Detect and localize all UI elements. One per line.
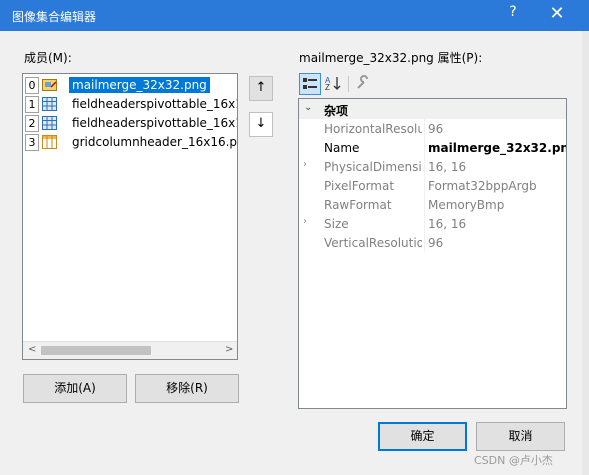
- property-name: Name: [324, 141, 360, 155]
- item-index: 0: [25, 77, 39, 94]
- property-value: 96: [428, 236, 444, 250]
- property-name: Size: [324, 217, 349, 231]
- property-row[interactable]: HorizontalResolution 96: [299, 119, 566, 138]
- collapse-chevron-icon[interactable]: ⌄: [304, 102, 312, 113]
- title-bar: 图像集合编辑器 ? ✕: [0, 0, 589, 31]
- move-up-button[interactable]: ↑: [249, 76, 273, 101]
- property-name: PhysicalDimension: [324, 160, 422, 174]
- property-name: PixelFormat: [324, 179, 395, 193]
- members-label: 成员(M):: [24, 51, 72, 65]
- scroll-left-arrow[interactable]: <: [28, 344, 36, 355]
- ok-button[interactable]: 确定: [378, 422, 467, 451]
- item-name: fieldheaderspivottable_16x16.png: [72, 116, 237, 130]
- watermark: CSDN @卢小杰: [474, 454, 553, 467]
- mailmerge-image-icon: [42, 78, 57, 92]
- scroll-right-arrow[interactable]: >: [225, 344, 233, 355]
- column-divider: [424, 214, 425, 233]
- add-button[interactable]: 添加(A): [23, 374, 127, 403]
- property-value: 96: [428, 122, 444, 136]
- sort-alphabetical-icon: AZ: [325, 76, 341, 92]
- move-down-button[interactable]: ↓: [249, 112, 273, 137]
- list-item[interactable]: 0 mailmerge_32x32.png: [23, 76, 237, 95]
- members-horizontal-scrollbar[interactable]: < >: [23, 341, 237, 359]
- help-button[interactable]: ?: [503, 4, 523, 26]
- item-index: 2: [25, 115, 39, 132]
- alphabetical-view-button[interactable]: AZ: [322, 73, 344, 95]
- categorized-view-button[interactable]: [299, 73, 321, 95]
- property-name: RawFormat: [324, 198, 392, 212]
- wrench-icon: [357, 75, 368, 89]
- properties-label: mailmerge_32x32.png 属性(P):: [299, 51, 483, 65]
- scroll-thumb[interactable]: [41, 346, 151, 355]
- column-divider: [424, 157, 425, 176]
- item-name: gridcolumnheader_16x16.png: [72, 135, 238, 149]
- category-row[interactable]: ⌄ 杂项: [299, 99, 566, 119]
- item-index: 1: [25, 96, 39, 113]
- expand-chevron-icon[interactable]: ›: [303, 216, 307, 227]
- property-row[interactable]: VerticalResolution 96: [299, 233, 566, 252]
- arrow-down-icon: ↓: [255, 116, 267, 131]
- property-row[interactable]: › PhysicalDimension 16, 16: [299, 157, 566, 176]
- property-row[interactable]: › Size 16, 16: [299, 214, 566, 233]
- categorized-icon: [303, 78, 317, 89]
- remove-button[interactable]: 移除(R): [135, 374, 239, 403]
- column-divider: [424, 119, 425, 138]
- property-value: MemoryBmp: [428, 198, 505, 212]
- item-name: mailmerge_32x32.png: [69, 77, 210, 93]
- cancel-button[interactable]: 取消: [476, 422, 565, 451]
- column-divider: [424, 176, 425, 195]
- property-pages-button[interactable]: [352, 73, 374, 95]
- column-divider: [424, 138, 425, 157]
- property-value: 16, 16: [428, 217, 467, 231]
- item-index: 3: [25, 134, 39, 151]
- window-title: 图像集合编辑器: [12, 10, 97, 24]
- pivottable-grid-icon: [42, 116, 57, 130]
- window-edge: [582, 31, 589, 475]
- column-divider: [424, 195, 425, 214]
- property-row[interactable]: Name mailmerge_32x32.png: [299, 138, 566, 157]
- list-item[interactable]: 3 gridcolumnheader_16x16.png: [23, 133, 237, 152]
- property-row[interactable]: PixelFormat Format32bppArgb: [299, 176, 566, 195]
- property-value: 16, 16: [428, 160, 467, 174]
- grid-column-header-icon: [42, 135, 57, 149]
- arrow-up-icon: ↑: [255, 80, 267, 95]
- list-item[interactable]: 1 fieldheaderspivottable_16x16.png: [23, 95, 237, 114]
- members-listbox[interactable]: 0 mailmerge_32x32.png 1 fieldheaderspivo…: [22, 73, 238, 360]
- column-divider: [424, 233, 425, 252]
- svg-text:Z: Z: [325, 83, 330, 91]
- item-name: fieldheaderspivottable_16x16.png: [72, 97, 237, 111]
- property-name: VerticalResolution: [324, 236, 422, 250]
- property-grid[interactable]: ⌄ 杂项 HorizontalResolution 96 Name mailme…: [298, 98, 567, 409]
- close-button[interactable]: ✕: [545, 2, 569, 26]
- property-value[interactable]: mailmerge_32x32.png: [428, 141, 566, 155]
- pivottable-grid-icon: [42, 97, 57, 111]
- property-name: HorizontalResolution: [324, 122, 422, 136]
- toolbar-separator: [348, 76, 349, 92]
- property-row[interactable]: RawFormat MemoryBmp: [299, 195, 566, 214]
- list-item[interactable]: 2 fieldheaderspivottable_16x16.png: [23, 114, 237, 133]
- expand-chevron-icon[interactable]: ›: [303, 159, 307, 170]
- property-value: Format32bppArgb: [428, 179, 537, 193]
- category-label: 杂项: [324, 104, 349, 118]
